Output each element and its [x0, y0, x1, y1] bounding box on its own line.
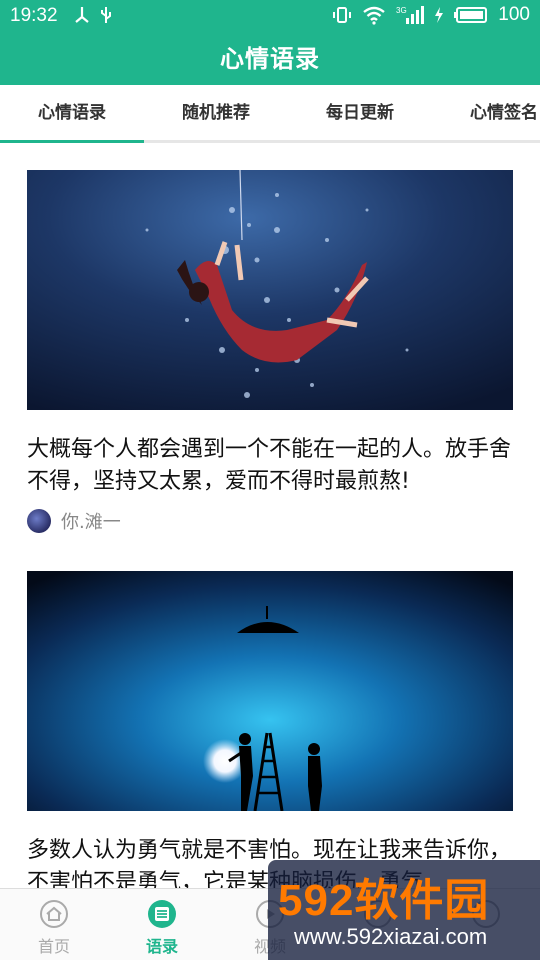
usb-debug-icon — [75, 7, 89, 23]
quote-text: 大概每个人都会遇到一个不能在一起的人。放手舍不得，坚持又太累，爱而不得时最煎熬! — [27, 437, 512, 494]
card-image[interactable] — [27, 170, 513, 410]
charging-icon — [435, 7, 444, 23]
tab-bar: 心情语录 随机推荐 每日更新 心情签名 — [0, 85, 540, 143]
status-bar: 19:32 3G 100 — [0, 0, 540, 33]
nav-home[interactable]: 首页 — [0, 889, 108, 960]
battery-icon — [454, 7, 488, 23]
status-time: 19:32 — [10, 5, 58, 26]
status-right-icons: 3G 100 — [332, 4, 530, 26]
tab-mood-signature[interactable]: 心情签名 — [432, 85, 540, 140]
vibrate-icon — [333, 7, 352, 23]
quote-card[interactable]: 多数人认为勇气就是不害怕。现在让我来告诉你，不害怕不是勇气，它是某种脑损伤。勇气 — [27, 571, 513, 899]
quote-card[interactable]: 大概每个人都会遇到一个不能在一起的人。放手舍不得，坚持又太累，爱而不得时最煎熬!… — [27, 170, 513, 534]
nav-quotes[interactable]: 语录 — [108, 889, 216, 960]
usb-icon — [101, 7, 111, 23]
author-name[interactable]: 你.滩一 — [61, 508, 121, 534]
watermark: 592软件园 www.592xiazai.com — [268, 860, 540, 960]
tab-random-recommend[interactable]: 随机推荐 — [144, 85, 288, 140]
wifi-icon — [363, 6, 386, 25]
watermark-logo: 592软件园 — [278, 864, 489, 928]
watermark-brand: 592软件园 — [278, 876, 490, 925]
page-title: 心情语录 — [220, 45, 320, 73]
nav-home-label: 首页 — [37, 937, 70, 956]
tab-daily-update[interactable]: 每日更新 — [288, 85, 432, 140]
svg-text:3G: 3G — [396, 6, 407, 15]
status-left-icons — [74, 6, 112, 24]
author-row[interactable]: 你.滩一 — [27, 508, 513, 534]
watermark-url: www.592xiazai.com — [294, 924, 488, 949]
battery-level: 100 — [498, 4, 530, 25]
signal-icon: 3G — [396, 6, 425, 24]
tab-mood-quotes[interactable]: 心情语录 — [0, 85, 144, 143]
quote-icon — [148, 900, 176, 928]
avatar[interactable] — [27, 509, 51, 533]
home-icon — [40, 900, 68, 928]
nav-quotes-label: 语录 — [145, 937, 178, 956]
top-bar: 19:32 3G 100 心情语录 — [0, 0, 540, 85]
card-image[interactable] — [27, 571, 513, 811]
